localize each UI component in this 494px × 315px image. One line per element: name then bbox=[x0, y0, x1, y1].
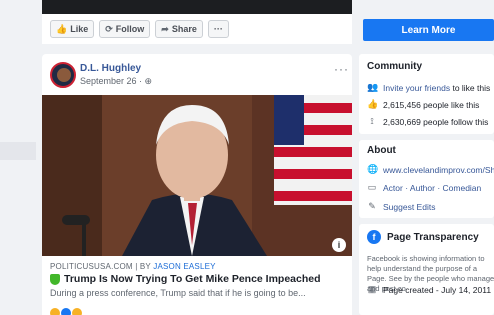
post-card: D.L. Hughley September 26 · ⊕ ··· i POLI… bbox=[42, 54, 352, 315]
invite-row: 👥 Invite your friends to like this bbox=[367, 82, 491, 93]
post-date[interactable]: September 26 · ⊕ bbox=[80, 76, 152, 87]
calendar-icon: ▦ bbox=[367, 284, 377, 294]
website-row: 🌐 www.clevelandimprov.com/Show bbox=[367, 164, 494, 175]
category-row: ▭ Actor · Author · Comedian bbox=[367, 182, 482, 193]
thumbs-up-icon: 👍 bbox=[367, 99, 379, 109]
link-source[interactable]: POLITICUSUSA.COM | BY JASON EASLEY bbox=[50, 262, 216, 271]
link-preview-image[interactable]: i bbox=[42, 95, 352, 256]
more-actions-button[interactable]: ··· bbox=[207, 20, 229, 38]
globe-icon: 🌐 bbox=[367, 164, 379, 174]
like-reaction-icon bbox=[61, 308, 71, 315]
photo-illustration bbox=[42, 95, 352, 256]
community-card: Community 👥 Invite your friends to like … bbox=[359, 54, 494, 134]
category-link[interactable]: Actor · Author · Comedian bbox=[383, 183, 481, 193]
share-icon: ➦ bbox=[161, 23, 169, 34]
post-author[interactable]: D.L. Hughley bbox=[80, 63, 141, 74]
page-created-row: ▦ Page created - July 14, 2011 bbox=[367, 284, 492, 295]
haha-reaction-icon bbox=[50, 308, 60, 315]
learn-more-button[interactable]: Learn More bbox=[363, 19, 494, 41]
like-page-button[interactable]: 👍 Like bbox=[50, 20, 95, 38]
page-actions-card: 👍 Like ⟳ Follow ➦ Share ··· bbox=[42, 0, 352, 44]
info-icon[interactable]: i bbox=[332, 238, 346, 252]
website-link[interactable]: www.clevelandimprov.com/Show bbox=[383, 165, 494, 175]
reaction-summary[interactable] bbox=[50, 308, 82, 315]
invite-icon: 👥 bbox=[367, 82, 379, 92]
likes-row: 👍 2,615,456 people like this bbox=[367, 99, 480, 110]
suggest-edits-link[interactable]: Suggest Edits bbox=[383, 202, 435, 212]
cover-photo-bottom bbox=[42, 0, 352, 14]
rss-icon: ⟟ bbox=[370, 116, 374, 126]
post-options-button[interactable]: ··· bbox=[334, 62, 349, 76]
transparency-header: f Page Transparency bbox=[367, 230, 479, 244]
share-button[interactable]: ➦ Share bbox=[155, 20, 203, 38]
community-title: Community bbox=[367, 61, 422, 72]
globe-icon: ⊕ bbox=[144, 76, 153, 86]
follow-button[interactable]: ⟳ Follow bbox=[99, 20, 151, 38]
link-headline[interactable]: Trump Is Now Trying To Get Mike Pence Im… bbox=[50, 273, 321, 285]
follow-icon: ⟳ bbox=[105, 23, 113, 34]
link-description: During a press conference, Trump said th… bbox=[50, 288, 306, 298]
like-icon: 👍 bbox=[56, 23, 68, 34]
facebook-icon: f bbox=[367, 230, 381, 244]
transparency-card: f Page Transparency Facebook is showing … bbox=[359, 224, 494, 315]
author-avatar[interactable] bbox=[50, 62, 76, 88]
page-actions: 👍 Like ⟳ Follow ➦ Share ··· bbox=[50, 20, 229, 38]
verified-shield-icon bbox=[50, 273, 60, 285]
transparency-title: Page Transparency bbox=[387, 231, 479, 243]
wow-reaction-icon bbox=[72, 308, 82, 315]
pencil-icon: ✎ bbox=[368, 201, 376, 211]
invite-friends-link[interactable]: Invite your friends bbox=[383, 83, 450, 93]
category-icon: ▭ bbox=[367, 182, 377, 192]
suggest-row: ✎ Suggest Edits bbox=[367, 201, 435, 212]
about-title: About bbox=[367, 145, 396, 156]
about-card: About 🌐 www.clevelandimprov.com/Show ▭ A… bbox=[359, 140, 494, 218]
left-panel-item[interactable] bbox=[0, 142, 36, 160]
follows-row: ⟟ 2,630,669 people follow this bbox=[367, 116, 488, 127]
